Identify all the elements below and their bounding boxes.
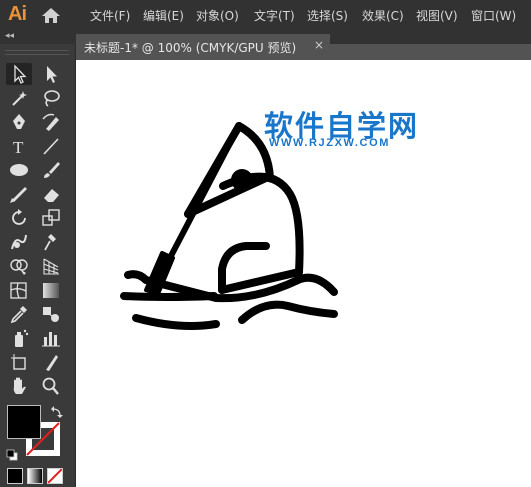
menu-type[interactable]: 文字(T)	[254, 7, 295, 24]
shape-builder-tool-icon[interactable]	[6, 255, 32, 277]
hand-tool-icon[interactable]	[6, 375, 32, 397]
direct-selection-tool-icon[interactable]	[38, 63, 64, 85]
menu-select[interactable]: 选择(S)	[307, 7, 348, 24]
menu-effect[interactable]: 效果(C)	[362, 7, 404, 24]
warp-tool-icon[interactable]	[6, 231, 32, 253]
slice-tool-icon[interactable]	[38, 351, 64, 373]
column-graph-tool-icon[interactable]	[38, 327, 64, 349]
mesh-tool-icon[interactable]	[6, 279, 32, 301]
swap-fill-stroke-icon[interactable]	[50, 404, 64, 418]
perspective-grid-tool-icon[interactable]	[38, 255, 64, 277]
gradient-tool-icon[interactable]	[38, 279, 64, 301]
menu-file[interactable]: 文件(F)	[90, 7, 130, 24]
puppet-warp-tool-icon[interactable]	[38, 231, 64, 253]
pencil-tool-icon[interactable]	[6, 183, 32, 205]
menu-view[interactable]: 视图(V)	[416, 7, 458, 24]
selection-tool-icon[interactable]	[6, 63, 32, 85]
type-tool-icon[interactable]: T	[6, 135, 32, 157]
close-tab-button[interactable]: ×	[314, 38, 324, 52]
svg-text:T: T	[13, 138, 24, 157]
rotate-tool-icon[interactable]	[6, 207, 32, 229]
menu-bar: Ai 文件(F) 编辑(E) 对象(O) 文字(T) 选择(S) 效果(C) 视…	[0, 0, 531, 30]
curvature-tool-icon[interactable]	[38, 111, 64, 133]
scale-tool-icon[interactable]	[38, 207, 64, 229]
toolbar-grip[interactable]	[5, 50, 69, 55]
tools-panel: T	[0, 44, 76, 487]
collapse-panel-icon[interactable]: ◂◂	[5, 31, 14, 41]
artboard-tool-icon[interactable]	[6, 351, 32, 373]
document-tab-title: 未标题-1* @ 100% (CMYK/GPU 预览)	[84, 41, 297, 55]
ellipse-tool-icon[interactable]	[6, 159, 32, 181]
lasso-tool-icon[interactable]	[38, 87, 64, 109]
pen-tool-icon[interactable]	[6, 111, 32, 133]
none-mode-button[interactable]	[47, 468, 63, 484]
menu-window[interactable]: 窗口(W)	[471, 7, 516, 24]
menu-object[interactable]: 对象(O)	[196, 7, 239, 24]
gradient-mode-button[interactable]	[27, 468, 43, 484]
menu-edit[interactable]: 编辑(E)	[143, 7, 184, 24]
symbol-sprayer-tool-icon[interactable]	[6, 327, 32, 349]
watermark-url: WWW.RJZXW.COM	[269, 137, 391, 149]
paintbrush-tool-icon[interactable]	[38, 159, 64, 181]
zoom-tool-icon[interactable]	[38, 375, 64, 397]
fill-swatch[interactable]	[7, 405, 41, 439]
eyedropper-tool-icon[interactable]	[6, 303, 32, 325]
color-mode-button[interactable]	[7, 468, 23, 484]
magic-wand-tool-icon[interactable]	[6, 87, 32, 109]
line-segment-tool-icon[interactable]	[38, 135, 64, 157]
home-icon[interactable]	[40, 6, 62, 24]
app-logo: Ai	[8, 3, 27, 25]
default-colors-icon[interactable]	[6, 446, 18, 461]
blend-tool-icon[interactable]	[38, 303, 64, 325]
document-tab[interactable]: 未标题-1* @ 100% (CMYK/GPU 预览) ×	[76, 34, 330, 58]
eraser-tool-icon[interactable]	[38, 183, 64, 205]
